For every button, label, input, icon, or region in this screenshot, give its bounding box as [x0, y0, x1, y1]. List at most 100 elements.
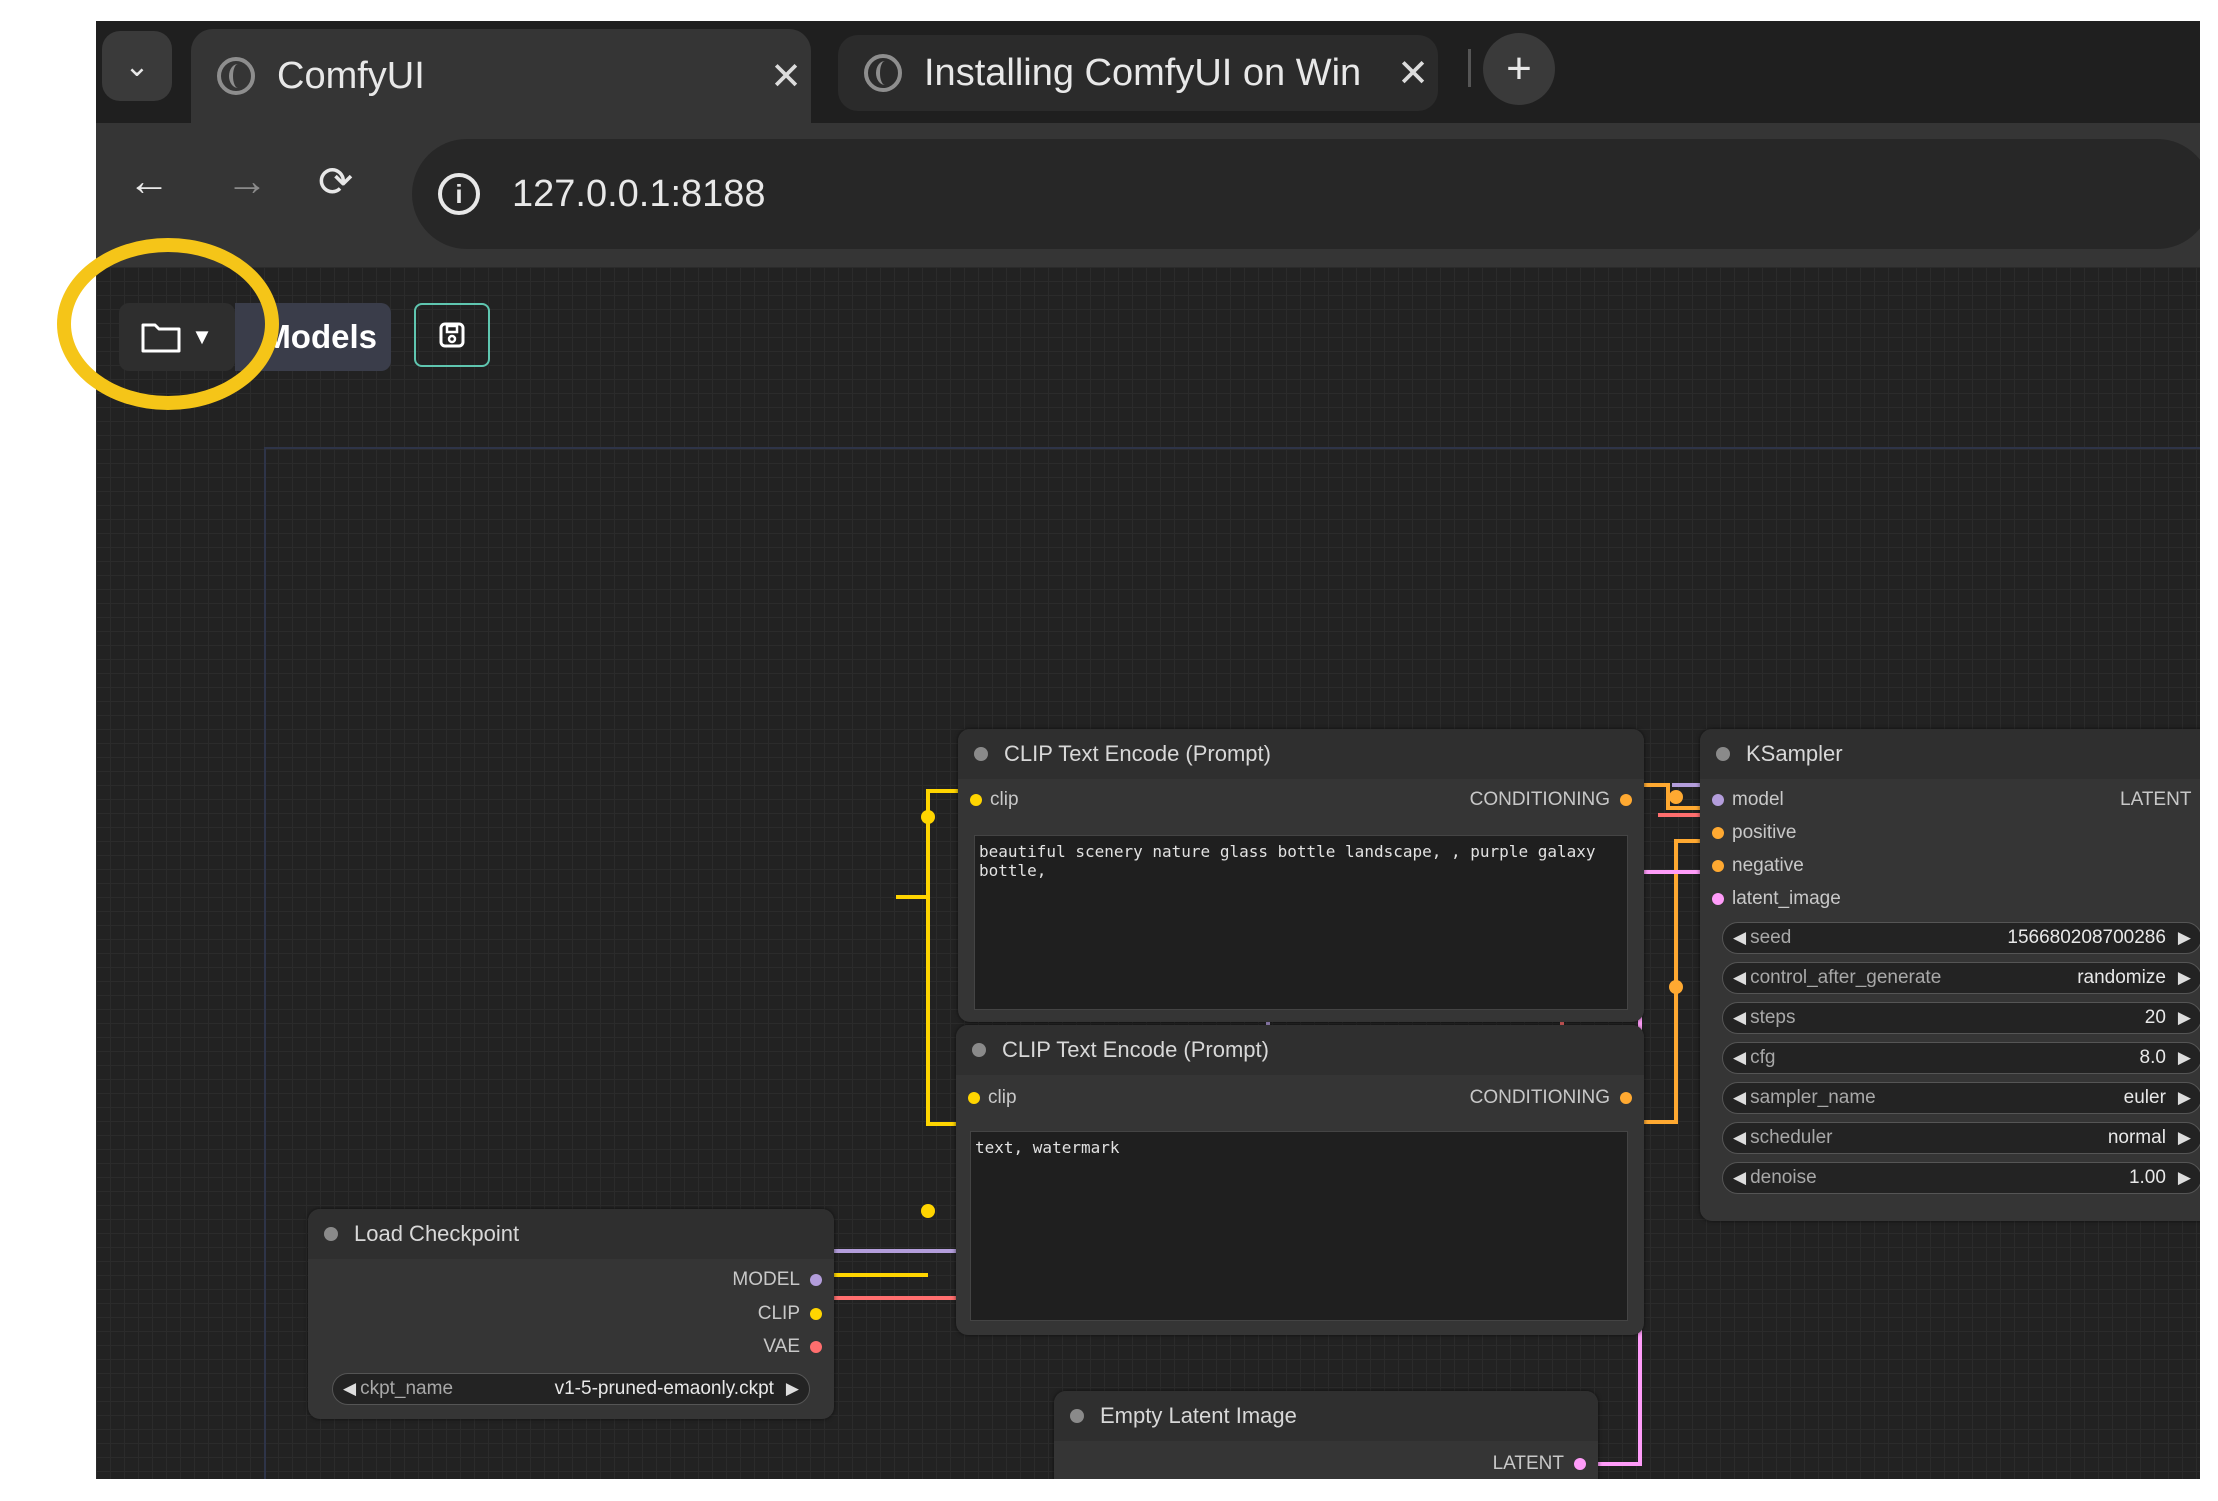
- collapse-dot-icon[interactable]: [974, 747, 988, 761]
- decrement-arrow-icon[interactable]: ◀: [343, 1379, 356, 1399]
- node-title: Empty Latent Image: [1100, 1403, 1297, 1428]
- output-conditioning[interactable]: CONDITIONING: [1470, 789, 1632, 811]
- port-label: model: [1732, 789, 1784, 810]
- output-vae[interactable]: VAE: [763, 1336, 822, 1358]
- prompt-textarea[interactable]: text, watermark: [970, 1131, 1628, 1321]
- widget-seed[interactable]: ◀ seed 156680208700286 ▶: [1722, 922, 2200, 954]
- node-clip-text-encode-negative[interactable]: CLIP Text Encode (Prompt) clip CONDITION…: [956, 1025, 1644, 1335]
- link-reroute-dot: [1669, 790, 1683, 804]
- port-dot-icon: [1574, 1458, 1586, 1470]
- output-latent[interactable]: LATENT: [1493, 1453, 1586, 1475]
- node-title: CLIP Text Encode (Prompt): [1004, 741, 1271, 766]
- navigation-bar: ← → ⟳ i 127.0.0.1:8188: [96, 123, 2200, 267]
- decrement-arrow-icon[interactable]: ◀: [1733, 1008, 1746, 1028]
- increment-arrow-icon[interactable]: ▶: [2178, 928, 2191, 948]
- port-dot-icon: [1620, 1092, 1632, 1104]
- input-clip[interactable]: clip: [970, 789, 1019, 811]
- output-model[interactable]: MODEL: [732, 1269, 822, 1291]
- widget-value: 156680208700286: [2007, 927, 2166, 948]
- node-header[interactable]: Load Checkpoint: [308, 1209, 834, 1259]
- input-latent-image[interactable]: latent_image: [1712, 888, 1841, 910]
- tab-title: Installing ComfyUI on Win: [924, 51, 1362, 94]
- collapse-dot-icon[interactable]: [972, 1043, 986, 1057]
- tab-installing-comfyui[interactable]: Installing ComfyUI on Win ✕: [838, 35, 1438, 111]
- node-load-checkpoint[interactable]: Load Checkpoint MODEL CLIP VAE ◀ ckpt_na…: [308, 1209, 834, 1419]
- tab-comfyui[interactable]: ComfyUI ✕: [191, 29, 811, 123]
- node-empty-latent-image[interactable]: Empty Latent Image LATENT: [1054, 1391, 1598, 1479]
- close-tab-icon[interactable]: ✕: [761, 54, 811, 99]
- port-label: CONDITIONING: [1469, 789, 1610, 810]
- node-clip-text-encode-positive[interactable]: CLIP Text Encode (Prompt) clip CONDITION…: [958, 729, 1644, 1022]
- widget-value: 1.00: [2128, 1167, 2166, 1188]
- collapse-dot-icon[interactable]: [1070, 1409, 1084, 1423]
- output-conditioning[interactable]: CONDITIONING: [1470, 1087, 1632, 1109]
- forward-arrow-icon[interactable]: →: [226, 157, 268, 205]
- reload-icon[interactable]: ⟳: [318, 157, 353, 206]
- widget-steps[interactable]: ◀ steps 20 ▶: [1722, 1002, 2200, 1034]
- widget-name: control_after_generate: [1750, 967, 1942, 988]
- widget-ckpt-name[interactable]: ◀ ckpt_name v1-5-pruned-emaonly.ckpt ▶: [332, 1373, 810, 1405]
- widget-name: denoise: [1750, 1167, 1817, 1188]
- increment-arrow-icon[interactable]: ▶: [786, 1379, 799, 1399]
- tab-separator: [1468, 49, 1471, 87]
- tab-search-button[interactable]: ⌄: [102, 31, 172, 101]
- collapse-dot-icon[interactable]: [324, 1227, 338, 1241]
- port-dot-icon: [970, 794, 982, 806]
- collapse-dot-icon[interactable]: [1716, 747, 1730, 761]
- close-tab-icon[interactable]: ✕: [1388, 51, 1438, 96]
- decrement-arrow-icon[interactable]: ◀: [1733, 1128, 1746, 1148]
- node-header[interactable]: Empty Latent Image: [1054, 1391, 1598, 1441]
- widget-value: 8.0: [2139, 1047, 2166, 1068]
- node-header[interactable]: CLIP Text Encode (Prompt): [956, 1025, 1644, 1075]
- url-text[interactable]: 127.0.0.1:8188: [512, 173, 766, 216]
- link-reroute-dot: [921, 810, 935, 824]
- widget-value: 20: [2144, 1007, 2166, 1028]
- port-label: MODEL: [732, 1269, 800, 1290]
- input-positive[interactable]: positive: [1712, 822, 1796, 844]
- increment-arrow-icon[interactable]: ▶: [2178, 1008, 2191, 1028]
- increment-arrow-icon[interactable]: ▶: [2178, 968, 2191, 988]
- input-negative[interactable]: negative: [1712, 855, 1804, 877]
- widget-name: scheduler: [1750, 1127, 1833, 1148]
- node-title: CLIP Text Encode (Prompt): [1002, 1037, 1269, 1062]
- output-clip[interactable]: CLIP: [758, 1303, 822, 1325]
- site-info-icon[interactable]: i: [438, 173, 480, 215]
- widget-value: randomize: [2077, 967, 2166, 988]
- port-label: LATENT: [1492, 1453, 1564, 1474]
- port-label: latent_image: [1732, 888, 1841, 909]
- input-clip[interactable]: clip: [968, 1087, 1017, 1109]
- widget-cfg[interactable]: ◀ cfg 8.0 ▶: [1722, 1042, 2200, 1074]
- decrement-arrow-icon[interactable]: ◀: [1733, 968, 1746, 988]
- back-arrow-icon[interactable]: ←: [128, 157, 170, 205]
- increment-arrow-icon[interactable]: ▶: [2178, 1128, 2191, 1148]
- prompt-textarea[interactable]: beautiful scenery nature glass bottle la…: [974, 835, 1628, 1010]
- tab-title: ComfyUI: [277, 54, 425, 97]
- increment-arrow-icon[interactable]: ▶: [2178, 1168, 2191, 1188]
- widget-control-after-generate[interactable]: ◀ control_after_generate randomize ▶: [1722, 962, 2200, 994]
- widget-name: ckpt_name: [360, 1378, 454, 1399]
- globe-icon: [217, 57, 255, 95]
- graph-canvas[interactable]: ▼ Models CLIP Text Encode (Prompt) clip …: [96, 267, 2200, 1479]
- node-ksampler[interactable]: KSampler model positive negative latent_…: [1700, 729, 2200, 1221]
- widget-scheduler[interactable]: ◀ scheduler normal ▶: [1722, 1122, 2200, 1154]
- increment-arrow-icon[interactable]: ▶: [2178, 1088, 2191, 1108]
- input-model[interactable]: model: [1712, 789, 1784, 811]
- decrement-arrow-icon[interactable]: ◀: [1733, 1168, 1746, 1188]
- increment-arrow-icon[interactable]: ▶: [2178, 1048, 2191, 1068]
- decrement-arrow-icon[interactable]: ◀: [1733, 928, 1746, 948]
- output-latent[interactable]: LATENT: [2120, 789, 2191, 811]
- widget-sampler-name[interactable]: ◀ sampler_name euler ▶: [1722, 1082, 2200, 1114]
- decrement-arrow-icon[interactable]: ◀: [1733, 1088, 1746, 1108]
- node-header[interactable]: KSampler: [1700, 729, 2200, 779]
- address-bar[interactable]: i 127.0.0.1:8188: [412, 139, 2200, 249]
- port-label: negative: [1732, 855, 1804, 876]
- node-title: Load Checkpoint: [354, 1221, 520, 1246]
- decrement-arrow-icon[interactable]: ◀: [1733, 1048, 1746, 1068]
- new-tab-button[interactable]: +: [1483, 33, 1555, 105]
- port-dot-icon: [1712, 893, 1724, 905]
- port-label: VAE: [763, 1336, 800, 1357]
- widget-value: normal: [2107, 1127, 2166, 1148]
- widget-denoise[interactable]: ◀ denoise 1.00 ▶: [1722, 1162, 2200, 1194]
- node-header[interactable]: CLIP Text Encode (Prompt): [958, 729, 1644, 779]
- widget-value: euler: [2123, 1087, 2166, 1108]
